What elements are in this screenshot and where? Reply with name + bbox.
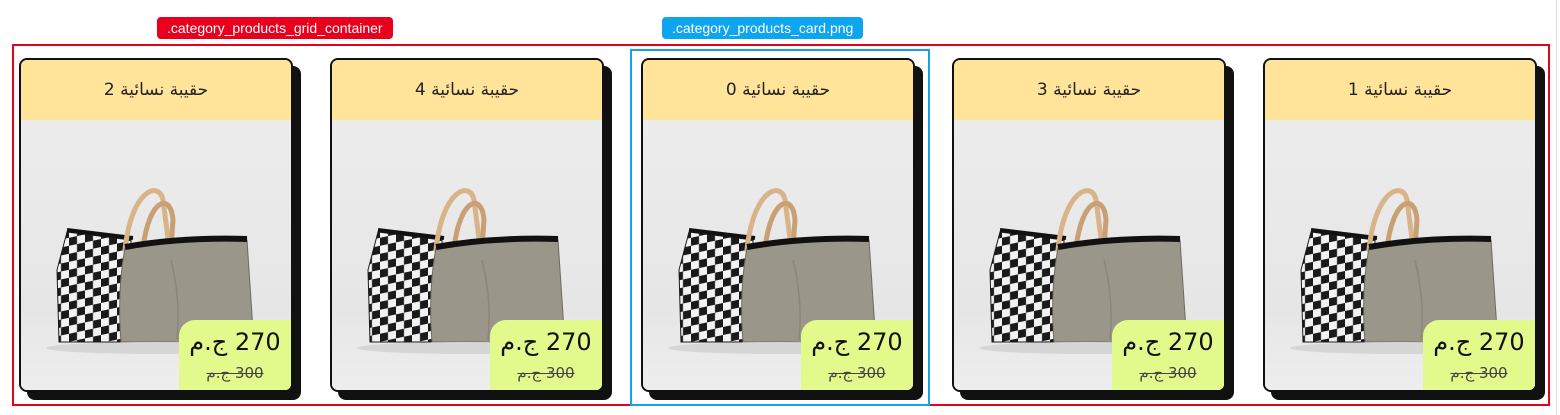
price-old: 300 ج.م [1450,364,1508,382]
product-card[interactable]: حقيبة نسائية 1 270 ج.م 300 ج.م [1263,58,1545,400]
product-card[interactable]: حقيبة نسائية 2 270 ج.م 300 ج.م [19,58,301,400]
product-title: حقيبة نسائية 2 [21,60,291,120]
product-card[interactable]: حقيبة نسائية 4 270 ج.م 300 ج.م [330,58,612,400]
card-body[interactable]: حقيبة نسائية 1 270 ج.م 300 ج.م [1263,58,1537,392]
price-box: 270 ج.م 300 ج.م [1112,320,1224,390]
product-card[interactable]: حقيبة نسائية 3 270 ج.م 300 ج.م [952,58,1234,400]
price-box: 270 ج.م 300 ج.م [179,320,291,390]
card-body[interactable]: حقيبة نسائية 4 270 ج.م 300 ج.م [330,58,604,392]
grid-container-label: .category_products_grid_container [157,17,393,39]
price-current: 270 ج.م [1433,328,1525,356]
price-current: 270 ج.م [1122,328,1214,356]
price-old: 300 ج.م [1139,364,1197,382]
price-box: 270 ج.م 300 ج.م [490,320,602,390]
card-body[interactable]: حقيبة نسائية 2 270 ج.م 300 ج.م [19,58,293,392]
price-box: 270 ج.م 300 ج.م [1423,320,1535,390]
price-current: 270 ج.م [500,328,592,356]
product-title: حقيبة نسائية 1 [1265,60,1535,120]
price-old: 300 ج.م [206,364,264,382]
card-body[interactable]: حقيبة نسائية 3 270 ج.م 300 ج.م [952,58,1226,392]
card-file-label: .category_products_card.png [662,17,864,39]
price-old: 300 ج.م [517,364,575,382]
page-edge-divider [1556,0,1557,415]
category-products-card-outline [630,49,930,406]
product-title: حقيبة نسائية 4 [332,60,602,120]
product-title: حقيبة نسائية 3 [954,60,1224,120]
price-current: 270 ج.م [189,328,281,356]
